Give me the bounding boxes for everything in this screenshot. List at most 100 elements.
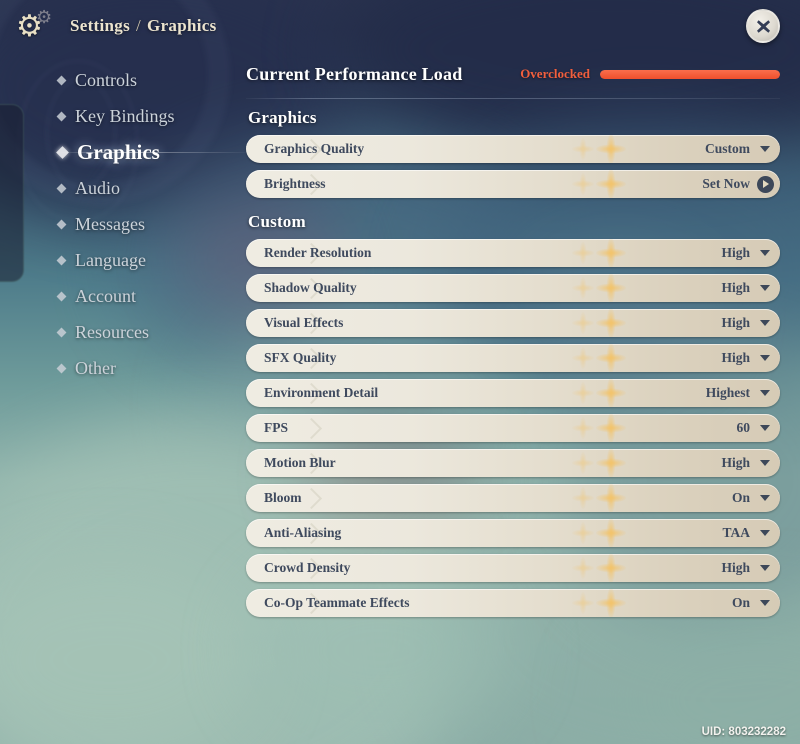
diamond-bullet-icon: [56, 183, 67, 193]
diamond-bullet-icon: [56, 111, 67, 121]
arrow-right-button[interactable]: [750, 175, 780, 193]
chevron-down-icon[interactable]: [750, 495, 780, 501]
setting-value: On: [731, 490, 750, 505]
setting-row-graphics-quality[interactable]: Graphics Quality Custom: [246, 135, 780, 163]
setting-row-sfx-quality[interactable]: SFX Quality High: [246, 344, 780, 372]
setting-label: FPS: [264, 420, 289, 435]
sparkle-icon-small: [568, 274, 598, 302]
setting-row-co-op-teammate-effects[interactable]: Co-Op Teammate Effects On: [246, 589, 780, 617]
sparkle-icon: [596, 589, 626, 617]
sidebar-item-resources[interactable]: Resources: [46, 314, 236, 350]
breadcrumb-separator: /: [136, 16, 142, 35]
close-button[interactable]: [746, 9, 780, 43]
sidebar-item-account[interactable]: Account: [46, 278, 236, 314]
setting-row-shadow-quality[interactable]: Shadow Quality High: [246, 274, 780, 302]
sidebar-item-label: Account: [75, 285, 136, 306]
setting-row-brightness[interactable]: Brightness Set Now: [246, 170, 780, 198]
setting-label: Environment Detail: [264, 385, 379, 400]
setting-label: Bloom: [264, 490, 302, 505]
setting-value: 60: [736, 420, 751, 435]
section-title: Graphics: [248, 108, 317, 127]
setting-value: On: [731, 595, 750, 610]
chevron-down-icon[interactable]: [750, 530, 780, 536]
breadcrumb: Settings / Graphics: [70, 16, 217, 36]
setting-value: High: [721, 560, 750, 575]
sidebar-item-messages[interactable]: Messages: [46, 206, 236, 242]
sidebar-item-label: Graphics: [77, 139, 160, 164]
sparkle-icon: [596, 554, 626, 582]
setting-row-visual-effects[interactable]: Visual Effects High: [246, 309, 780, 337]
setting-label: Crowd Density: [264, 560, 351, 575]
chevron-down-icon[interactable]: [750, 390, 780, 396]
setting-value: High: [721, 245, 750, 260]
sparkle-icon-small: [568, 519, 598, 547]
sidebar-item-label: Resources: [75, 321, 149, 342]
sparkle-icon: [596, 309, 626, 337]
setting-label: Graphics Quality: [264, 141, 365, 156]
sparkle-icon: [596, 274, 626, 302]
setting-row-crowd-density[interactable]: Crowd Density High: [246, 554, 780, 582]
setting-label: Visual Effects: [264, 315, 344, 330]
arrow-right-icon: [756, 175, 774, 193]
performance-load-title: Current Performance Load: [246, 63, 463, 84]
sidebar-item-audio[interactable]: Audio: [46, 170, 236, 206]
performance-load-row: Current Performance Load Overclocked: [246, 62, 780, 88]
sidebar-item-controls[interactable]: Controls: [46, 62, 236, 98]
sparkle-icon-small: [568, 309, 598, 337]
sparkle-icon: [596, 344, 626, 372]
setting-value: High: [721, 315, 750, 330]
chevron-down-icon[interactable]: [750, 250, 780, 256]
chevron-down-icon[interactable]: [750, 320, 780, 326]
chevron-down-icon[interactable]: [750, 355, 780, 361]
diamond-bullet-icon: [56, 75, 67, 85]
setting-value: Highest: [705, 385, 750, 400]
breadcrumb-root[interactable]: Settings: [70, 16, 130, 36]
sparkle-icon: [596, 449, 626, 477]
setting-row-environment-detail[interactable]: Environment Detail Highest: [246, 379, 780, 407]
setting-label: Motion Blur: [264, 455, 336, 470]
sparkle-icon-small: [568, 414, 598, 442]
setting-row-anti-aliasing[interactable]: Anti-Aliasing TAA: [246, 519, 780, 547]
sparkle-icon-small: [568, 135, 598, 163]
chevron-down-icon[interactable]: [750, 146, 780, 152]
diamond-bullet-icon: [56, 291, 67, 301]
setting-value: Set Now: [702, 176, 750, 191]
sparkle-icon-small: [568, 344, 598, 372]
settings-gear-logo: ⚙ ⚙: [14, 6, 60, 46]
sidebar-item-key-bindings[interactable]: Key Bindings: [46, 98, 236, 134]
chevron-down-icon[interactable]: [750, 425, 780, 431]
sparkle-icon: [596, 484, 626, 512]
setting-value: Custom: [704, 141, 750, 156]
setting-row-bloom[interactable]: Bloom On: [246, 484, 780, 512]
sidebar-item-graphics[interactable]: Graphics: [46, 134, 236, 170]
sparkle-icon-small: [568, 554, 598, 582]
sparkle-icon-small: [568, 170, 598, 198]
window-header: ⚙ ⚙ Settings / Graphics: [0, 0, 800, 52]
chevron-down-icon[interactable]: [750, 600, 780, 606]
sparkle-icon: [596, 519, 626, 547]
performance-status-badge: Overclocked: [520, 66, 590, 81]
diamond-bullet-icon: [56, 255, 67, 265]
chevron-down-icon[interactable]: [750, 460, 780, 466]
sparkle-icon: [596, 170, 626, 198]
setting-label: Brightness: [264, 176, 326, 191]
sparkle-icon: [596, 135, 626, 163]
setting-value: High: [721, 350, 750, 365]
sidebar-item-other[interactable]: Other: [46, 350, 236, 386]
settings-sidebar: Controls Key Bindings Graphics Audio Message…: [46, 62, 236, 386]
performance-load-bar: [600, 69, 780, 79]
diamond-bullet-icon: [56, 219, 67, 229]
sidebar-item-label: Language: [75, 249, 146, 270]
sidebar-item-label: Key Bindings: [75, 105, 175, 126]
gear-icon: ⚙: [16, 10, 43, 43]
setting-row-motion-blur[interactable]: Motion Blur High: [246, 449, 780, 477]
sidebar-item-label: Controls: [75, 69, 138, 90]
sparkle-icon-small: [568, 449, 598, 477]
diamond-bullet-icon: [56, 363, 67, 373]
chevron-down-icon[interactable]: [750, 565, 780, 571]
sidebar-item-language[interactable]: Language: [46, 242, 236, 278]
chevron-down-icon[interactable]: [750, 285, 780, 291]
left-decorative-panel: [0, 104, 24, 282]
setting-row-render-resolution[interactable]: Render Resolution High: [246, 239, 780, 267]
setting-row-fps[interactable]: FPS 60: [246, 414, 780, 442]
